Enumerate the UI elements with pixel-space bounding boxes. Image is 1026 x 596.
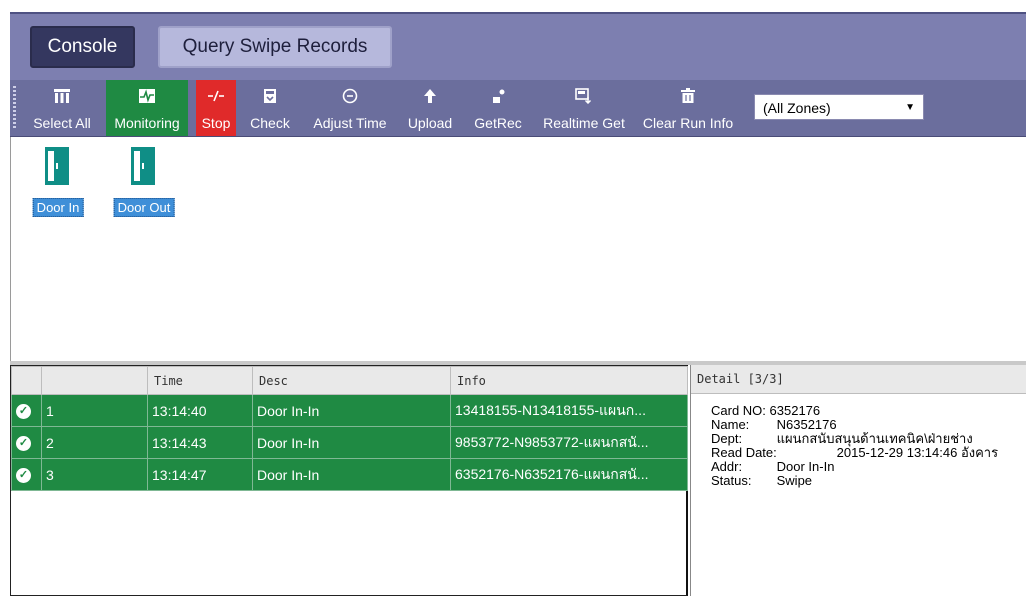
row-time: 13:14:43 xyxy=(147,426,253,459)
check-icon xyxy=(264,89,276,103)
detail-header: Detail [3/3] xyxy=(691,365,1026,394)
detail-panel: Detail [3/3] Card NO: 6352176 Name: N635… xyxy=(690,365,1026,596)
row-status-cell: ✓ xyxy=(11,394,42,427)
detail-card-no: Card NO: 6352176 xyxy=(711,404,1026,418)
realtime-get-button[interactable]: Realtime Get xyxy=(534,80,634,136)
row-no: 1 xyxy=(41,394,148,427)
detail-card-no-label: Card NO: xyxy=(711,403,766,418)
detail-dept: Dept: แผนกสนับสนุนด้านเทคนิค\ฝ่ายช่าง xyxy=(711,432,1026,446)
toolbar: Select All Monitoring Stop Check Adjust … xyxy=(10,80,1026,137)
zone-select-value: (All Zones) xyxy=(763,100,831,116)
check-label: Check xyxy=(250,115,290,131)
row-info: 9853772-N9853772-แผนกสนั... xyxy=(450,426,688,459)
table-row[interactable]: ✓ 1 13:14:40 Door In-In 13418155-N134181… xyxy=(11,394,688,427)
select-all-icon xyxy=(54,89,70,103)
column-header-desc[interactable]: Desc xyxy=(252,366,451,395)
detail-addr-value: Door In-In xyxy=(776,459,835,474)
stop-label: Stop xyxy=(201,115,231,131)
realtime-get-icon xyxy=(575,88,592,104)
toolbar-grip[interactable] xyxy=(13,86,16,130)
detail-read-date-value: 2015-12-29 13:14:46 อังคาร xyxy=(836,445,999,460)
select-all-button[interactable]: Select All xyxy=(28,80,96,136)
adjust-time-label: Adjust Time xyxy=(313,115,387,131)
tab-console[interactable]: Console xyxy=(30,26,135,68)
upload-label: Upload xyxy=(407,115,453,131)
door-icon xyxy=(131,147,155,185)
realtime-get-label: Realtime Get xyxy=(543,115,625,131)
detail-addr-label: Addr: xyxy=(711,459,743,474)
trash-icon xyxy=(681,88,695,103)
detail-dept-label: Dept: xyxy=(711,431,743,446)
row-desc: Door In-In xyxy=(252,458,451,491)
detail-name: Name: N6352176 xyxy=(711,418,1026,432)
adjust-time-button[interactable]: Adjust Time xyxy=(306,80,394,136)
row-desc: Door In-In xyxy=(252,426,451,459)
clock-icon xyxy=(342,88,358,104)
row-status-cell: ✓ xyxy=(11,426,42,459)
check-button[interactable]: Check xyxy=(244,80,296,136)
row-info: 6352176-N6352176-แผนกสนั... xyxy=(450,458,688,491)
detail-dept-value: แผนกสนับสนุนด้านเทคนิค\ฝ่ายช่าง xyxy=(776,431,973,446)
detail-name-value: N6352176 xyxy=(776,417,837,432)
upload-arrow-icon xyxy=(424,89,436,103)
row-time: 13:14:47 xyxy=(147,458,253,491)
detail-status-label: Status: xyxy=(711,473,752,488)
tab-query-swipe-records[interactable]: Query Swipe Records xyxy=(158,26,392,68)
row-no: 2 xyxy=(41,426,148,459)
upload-button[interactable]: Upload xyxy=(402,80,458,136)
getrec-label: GetRec xyxy=(474,115,522,131)
table-row[interactable]: ✓ 3 13:14:47 Door In-In 6352176-N6352176… xyxy=(11,458,688,491)
detail-read-date-label: Read Date: xyxy=(711,445,777,460)
select-all-label: Select All xyxy=(33,115,91,131)
dropdown-caret-icon: ▼ xyxy=(905,102,915,113)
door-icon xyxy=(45,147,69,185)
column-header-time[interactable]: Time xyxy=(147,366,253,395)
row-desc: Door In-In xyxy=(252,394,451,427)
column-header-no[interactable] xyxy=(41,366,148,395)
row-info: 13418155-N13418155-แผนก... xyxy=(450,394,688,427)
detail-body: Card NO: 6352176 Name: N6352176 Dept: แผ… xyxy=(691,394,1026,488)
stop-icon xyxy=(208,90,224,102)
records-panel: Time Desc Info ✓ 1 13:14:40 Door In-In 1… xyxy=(10,365,688,596)
zone-select[interactable]: (All Zones) ▼ xyxy=(754,94,924,120)
detail-name-label: Name: xyxy=(711,417,750,432)
column-header-check[interactable] xyxy=(11,366,42,395)
monitoring-label: Monitoring xyxy=(114,115,180,131)
table-header-row: Time Desc Info xyxy=(11,366,688,395)
detail-read-date: Read Date: 2015-12-29 13:14:46 อังคาร xyxy=(711,446,1026,460)
checkmark-circle-icon: ✓ xyxy=(16,403,31,419)
clear-run-info-button[interactable]: Clear Run Info xyxy=(638,80,738,136)
table-row[interactable]: ✓ 2 13:14:43 Door In-In 9853772-N9853772… xyxy=(11,426,688,459)
column-header-info[interactable]: Info xyxy=(450,366,688,395)
row-status-cell: ✓ xyxy=(11,458,42,491)
row-time: 13:14:40 xyxy=(147,394,253,427)
records-table: Time Desc Info ✓ 1 13:14:40 Door In-In 1… xyxy=(11,366,688,491)
checkmark-circle-icon: ✓ xyxy=(16,467,31,483)
door-label: Door Out xyxy=(113,198,175,217)
monitoring-icon xyxy=(139,89,155,103)
detail-status-value: Swipe xyxy=(776,473,813,488)
getrec-button[interactable]: GetRec xyxy=(466,80,530,136)
stop-button[interactable]: Stop xyxy=(196,80,236,136)
checkmark-circle-icon: ✓ xyxy=(16,435,31,451)
clear-run-info-label: Clear Run Info xyxy=(642,115,734,131)
top-tab-bar: Console Query Swipe Records xyxy=(10,12,1026,80)
detail-status: Status: Swipe xyxy=(711,474,1026,488)
get-records-icon xyxy=(493,89,505,103)
door-label: Door In xyxy=(32,198,84,217)
detail-addr: Addr: Door In-In xyxy=(711,460,1026,474)
row-no: 3 xyxy=(41,458,148,491)
door-panel: Door In Door Out xyxy=(10,137,1026,361)
monitoring-button[interactable]: Monitoring xyxy=(106,80,188,136)
detail-card-no-value: 6352176 xyxy=(769,403,821,418)
